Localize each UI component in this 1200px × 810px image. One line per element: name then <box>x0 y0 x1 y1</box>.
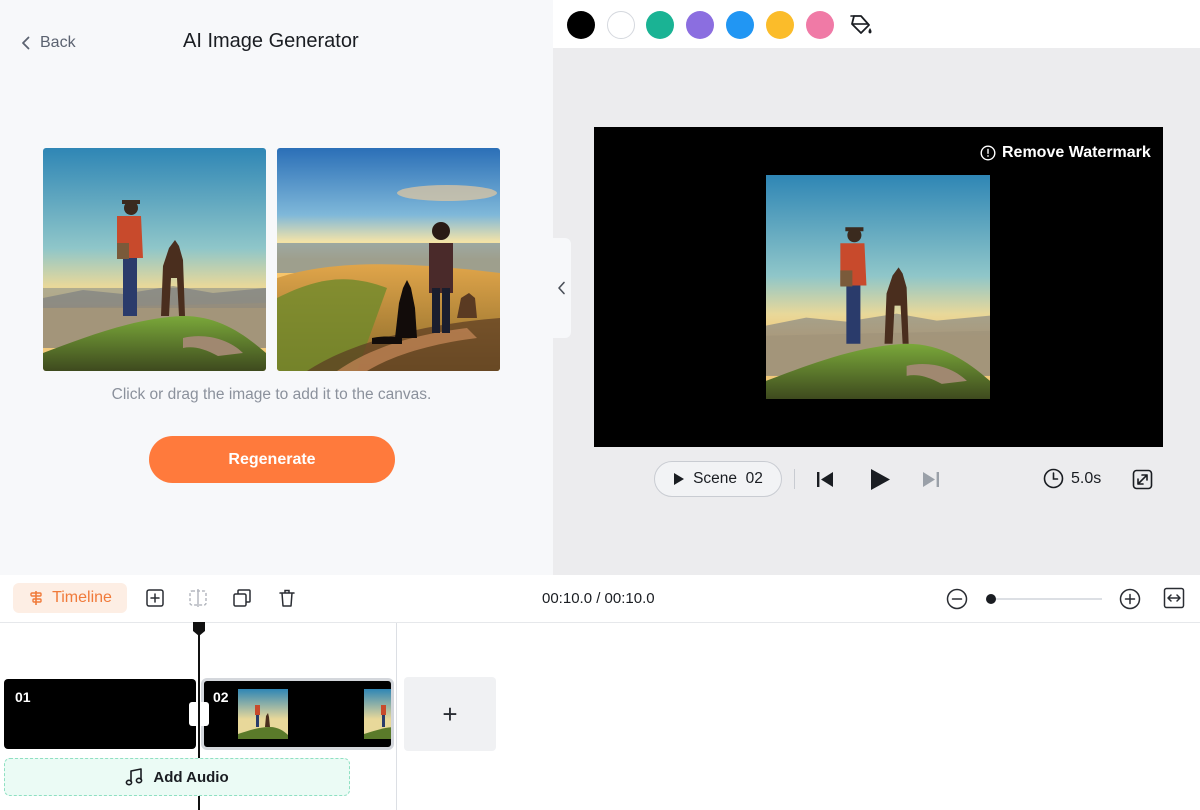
back-label: Back <box>40 34 76 51</box>
canvas-image[interactable] <box>766 175 990 399</box>
timecode: 00:10.0 / 00:10.0 <box>542 590 655 607</box>
remove-watermark-label: Remove Watermark <box>1002 144 1151 161</box>
collapse-panel-button[interactable] <box>551 238 571 338</box>
scene-play-button[interactable]: Scene 02 <box>654 461 782 497</box>
duration-value: 5.0s <box>1071 469 1102 487</box>
play-icon[interactable] <box>869 468 891 491</box>
timeline-clip-selected[interactable]: 02 <box>201 678 394 750</box>
regenerate-button[interactable]: Regenerate <box>149 436 395 483</box>
chevron-left-icon <box>22 36 30 50</box>
add-audio-label: Add Audio <box>153 768 229 786</box>
generated-image-1[interactable] <box>43 148 266 371</box>
info-icon <box>980 145 996 161</box>
remove-watermark-button[interactable]: Remove Watermark <box>980 144 1151 162</box>
timeline-icon <box>30 591 42 605</box>
paint-bucket-icon[interactable] <box>848 13 874 39</box>
tab-timeline-label: Timeline <box>52 589 112 606</box>
color-swatch-pink[interactable] <box>806 11 834 39</box>
playhead-handle[interactable] <box>192 621 206 637</box>
color-swatch-teal[interactable] <box>646 11 674 39</box>
clip-thumbnail <box>238 689 288 739</box>
scene-label: Scene 02 <box>693 470 763 487</box>
panel-title: AI Image Generator <box>183 30 359 52</box>
fullscreen-icon[interactable] <box>1132 469 1153 490</box>
chevron-left-icon <box>557 281 565 295</box>
timeline-clip[interactable]: 01 <box>4 679 196 749</box>
add-scene-button[interactable]: + <box>404 677 496 751</box>
zoom-slider-thumb[interactable] <box>986 594 996 604</box>
app-root: Back AI Image Generator Click or drag th… <box>0 0 1200 810</box>
color-swatch-black[interactable] <box>567 11 595 39</box>
generated-image-2[interactable] <box>277 148 500 371</box>
timeline-end-marker <box>396 623 397 810</box>
skip-forward-icon[interactable] <box>922 471 940 488</box>
scene-duration[interactable]: 5.0s <box>1043 468 1101 489</box>
duplicate-icon[interactable] <box>232 588 252 608</box>
zoom-out-icon[interactable] <box>946 588 968 610</box>
skip-back-icon[interactable] <box>816 471 834 488</box>
clip-thumbnail <box>364 689 391 739</box>
split-icon[interactable] <box>188 588 208 608</box>
music-note-icon <box>125 768 143 786</box>
trash-icon[interactable] <box>277 588 297 608</box>
color-swatch-purple[interactable] <box>686 11 714 39</box>
add-audio-button[interactable]: Add Audio <box>4 758 350 796</box>
clock-icon <box>1043 468 1064 489</box>
tab-timeline[interactable]: Timeline <box>13 583 127 613</box>
color-swatch-blue[interactable] <box>726 11 754 39</box>
color-swatch-white[interactable] <box>607 11 635 39</box>
add-clip-icon[interactable] <box>145 588 165 608</box>
color-swatch-yellow[interactable] <box>766 11 794 39</box>
clip-label: 01 <box>15 689 31 705</box>
fit-width-icon[interactable] <box>1163 587 1185 609</box>
clip-label: 02 <box>213 689 229 705</box>
zoom-in-icon[interactable] <box>1119 588 1141 610</box>
back-button[interactable]: Back <box>20 34 76 52</box>
hint-text: Click or drag the image to add it to the… <box>111 386 432 403</box>
zoom-slider-track[interactable] <box>990 598 1102 600</box>
play-icon <box>674 473 685 485</box>
divider <box>794 469 795 489</box>
